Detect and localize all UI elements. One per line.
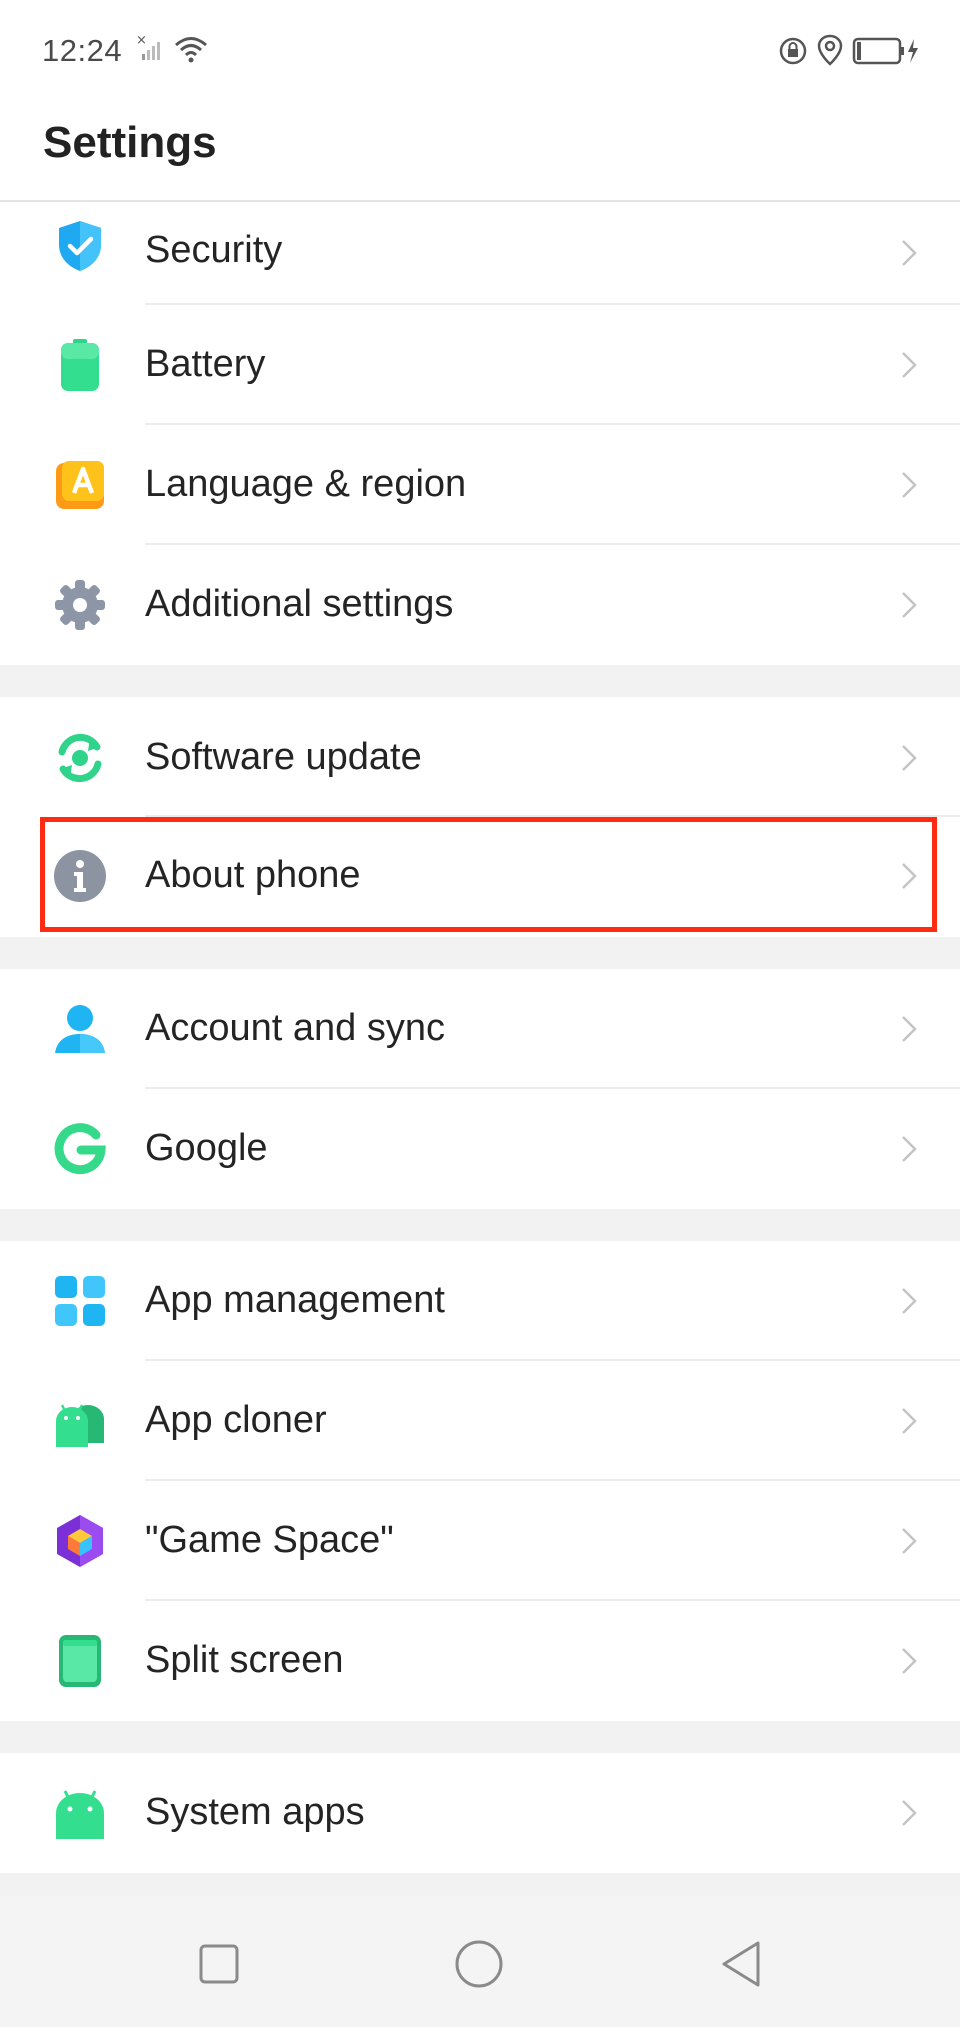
android-icon: [56, 1790, 104, 1839]
settings-item-game-space[interactable]: "Game Space": [0, 1481, 960, 1601]
back-button[interactable]: [716, 1938, 768, 1990]
chevron-right-icon: [902, 1016, 917, 1042]
status-bar: 12:24 ×: [0, 0, 960, 104]
settings-item-account-and-sync[interactable]: Account and sync: [0, 969, 960, 1089]
navigation-bar: [0, 1896, 960, 2027]
software-update-icon: [58, 733, 102, 783]
shield-check-icon: [59, 221, 101, 271]
section-gap: [0, 1721, 960, 1753]
language-icon: [56, 461, 104, 509]
chevron-right-icon: [902, 863, 917, 889]
settings-item-label: Language & region: [145, 463, 467, 505]
settings-item-label: App management: [145, 1279, 445, 1321]
wifi-icon: [175, 37, 207, 63]
chevron-right-icon: [902, 1648, 917, 1674]
settings-item-label: Security: [145, 229, 283, 271]
chevron-right-icon: [902, 1800, 917, 1826]
section-gap: [0, 665, 960, 697]
battery-charging-icon: [852, 37, 918, 65]
chevron-right-icon: [902, 1528, 917, 1554]
settings-item-app-cloner[interactable]: App cloner: [0, 1361, 960, 1481]
settings-item-split-screen[interactable]: Split screen: [0, 1601, 960, 1721]
settings-item-security[interactable]: Security: [0, 202, 960, 305]
settings-item-language-region[interactable]: Language & region: [0, 425, 960, 545]
settings-section: Account and sync Google: [0, 969, 960, 1209]
header: Settings: [0, 104, 960, 202]
settings-item-label: Split screen: [145, 1639, 344, 1681]
chevron-right-icon: [902, 472, 917, 498]
chevron-right-icon: [902, 592, 917, 618]
settings-item-label: Google: [145, 1127, 268, 1169]
chevron-right-icon: [902, 1136, 917, 1162]
rotation-lock-icon: [779, 37, 807, 65]
chevron-right-icon: [902, 745, 917, 771]
settings-section: Security Battery Language & region Addit…: [0, 202, 960, 665]
settings-item-battery[interactable]: Battery: [0, 305, 960, 425]
settings-item-app-management[interactable]: App management: [0, 1241, 960, 1361]
status-time: 12:24: [42, 33, 123, 68]
android-clone-icon: [56, 1404, 104, 1447]
settings-section: System apps: [0, 1753, 960, 1873]
settings-list: Security Battery Language & region Addit…: [0, 202, 960, 1903]
settings-item-label: System apps: [145, 1791, 365, 1833]
settings-item-label: Battery: [145, 343, 266, 385]
settings-item-software-update[interactable]: Software update: [0, 697, 960, 817]
app-grid-icon: [55, 1276, 105, 1326]
game-space-icon: [57, 1515, 103, 1567]
settings-section: App management App cloner "Game Space" S…: [0, 1241, 960, 1721]
chevron-right-icon: [902, 352, 917, 378]
svg-text:×: ×: [136, 34, 147, 48]
chevron-right-icon: [902, 240, 917, 266]
settings-section: Software update About phone: [0, 697, 960, 937]
settings-item-label: Account and sync: [145, 1007, 445, 1049]
settings-item-google[interactable]: Google: [0, 1089, 960, 1209]
settings-item-system-apps[interactable]: System apps: [0, 1753, 960, 1873]
recents-button[interactable]: [193, 1938, 245, 1990]
settings-screen: 12:24 × Settings Security Battery Langua…: [0, 0, 960, 2027]
location-icon: [817, 34, 843, 66]
settings-item-label: App cloner: [145, 1399, 327, 1441]
signal-x-icon: ×: [136, 34, 160, 60]
section-gap: [0, 1209, 960, 1241]
settings-item-additional-settings[interactable]: Additional settings: [0, 545, 960, 665]
settings-item-label: About phone: [145, 854, 361, 896]
section-gap: [0, 937, 960, 969]
split-screen-icon: [59, 1635, 101, 1687]
battery-icon: [61, 339, 99, 391]
settings-item-label: Software update: [145, 736, 422, 778]
home-button[interactable]: [453, 1938, 505, 1990]
settings-item-label: "Game Space": [145, 1519, 394, 1561]
settings-item-about-phone[interactable]: About phone: [0, 817, 960, 937]
account-icon: [55, 1005, 105, 1053]
settings-item-label: Additional settings: [145, 583, 454, 625]
gear-icon: [55, 580, 105, 630]
page-title: Settings: [43, 118, 217, 167]
google-icon: [54, 1123, 106, 1175]
chevron-right-icon: [902, 1288, 917, 1314]
info-icon: [54, 850, 106, 902]
chevron-right-icon: [902, 1408, 917, 1434]
